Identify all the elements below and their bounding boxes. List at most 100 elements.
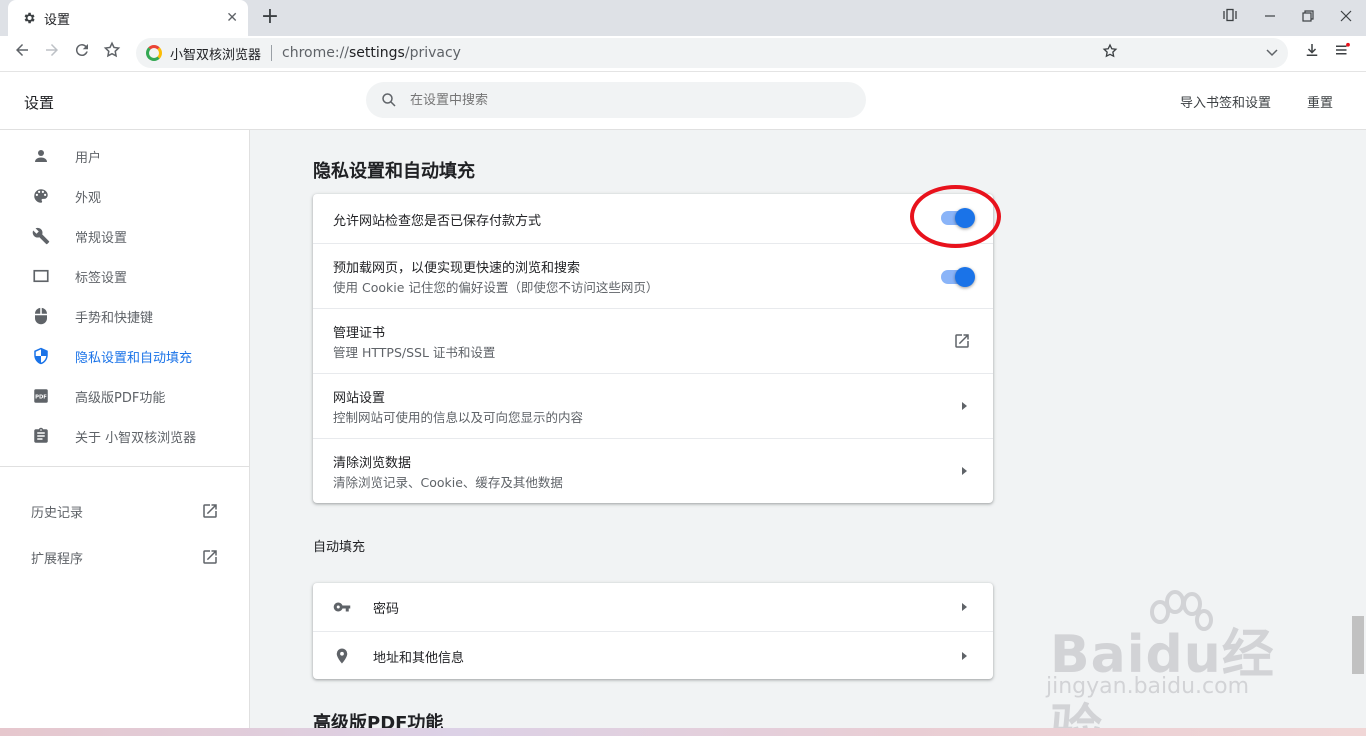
sidebar-link-label: 扩展程序: [31, 551, 84, 567]
scrollbar-thumb[interactable]: [1352, 616, 1364, 674]
arrow-right-icon: [46, 44, 58, 56]
chevron-down-icon: [1266, 49, 1278, 57]
preload-pages-toggle[interactable]: [941, 267, 975, 287]
open-external-icon: [203, 550, 217, 564]
sidebar-link-label: 历史记录: [31, 505, 84, 521]
settings-header: 设置 导入书签和设置 重置: [0, 72, 1366, 130]
tab-icon: [32, 267, 50, 285]
chevron-right-icon: [962, 603, 967, 611]
settings-search[interactable]: [366, 82, 866, 118]
wrench-icon: [32, 227, 50, 245]
arrow-left-icon: [16, 44, 28, 56]
watermark-url: jingyan.baidu.com: [1046, 674, 1250, 699]
bookmark-star-button[interactable]: [98, 40, 126, 68]
sidebar-item-pdf[interactable]: PDF 高级版PDF功能: [0, 376, 249, 416]
autofill-card: 密码 地址和其他信息: [313, 583, 993, 679]
browser-logo-icon: [146, 45, 162, 61]
sidebar-divider: [0, 466, 249, 467]
sidebar-item-about[interactable]: 关于 小智双核浏览器: [0, 416, 249, 456]
import-bookmarks-link[interactable]: 导入书签和设置: [1180, 92, 1271, 111]
sidebar-item-label: 隐私设置和自动填充: [75, 350, 193, 366]
palette-icon: [32, 187, 50, 205]
manage-certificates-row[interactable]: 管理证书 管理 HTTPS/SSL 证书和设置: [313, 308, 993, 373]
svg-text:PDF: PDF: [35, 395, 47, 401]
sidebar-item-appearance[interactable]: 外观: [0, 176, 249, 216]
browser-brand-name: 小智双核浏览器: [170, 47, 262, 63]
reload-icon: [75, 44, 88, 57]
sidebar-item-general[interactable]: 常规设置: [0, 216, 249, 256]
row-label: 地址和其他信息: [373, 651, 465, 666]
star-icon: [103, 41, 121, 58]
annotation-circle: [910, 185, 1001, 248]
sidebar-item-user[interactable]: 用户: [0, 136, 249, 176]
restore-button[interactable]: [1296, 6, 1320, 30]
search-input[interactable]: [410, 92, 830, 108]
forward-button[interactable]: [38, 40, 66, 68]
sidebar-item-label: 高级版PDF功能: [75, 390, 166, 406]
chevron-right-icon: [962, 402, 967, 410]
row-label: 允许网站检查您是否已保存付款方式: [333, 214, 542, 229]
location-pin-icon: [336, 648, 348, 664]
reload-button[interactable]: [68, 40, 96, 68]
sidebar-link-extensions[interactable]: 扩展程序: [0, 537, 249, 577]
sidebar-item-gestures[interactable]: 手势和快捷键: [0, 296, 249, 336]
sidebar-item-label: 手势和快捷键: [75, 310, 154, 326]
row-sublabel: 清除浏览记录、Cookie、缓存及其他数据: [333, 475, 563, 490]
sidebar-item-label: 外观: [75, 190, 102, 206]
baidu-watermark: Baidu经验 jingyan.baidu.com: [1046, 590, 1306, 736]
row-sublabel: 使用 Cookie 记住您的偏好设置（即使您不访问这些网页）: [333, 280, 659, 295]
chevron-right-icon: [962, 652, 967, 660]
close-window-button[interactable]: [1334, 6, 1358, 30]
mouse-icon: [32, 307, 50, 325]
gear-icon: [24, 12, 35, 24]
sidebar-item-tabs[interactable]: 标签设置: [0, 256, 249, 296]
omnibox-dropdown-button[interactable]: [1258, 40, 1286, 68]
sidebar-link-history[interactable]: 历史记录: [0, 491, 249, 531]
split-view-icon[interactable]: [1218, 6, 1242, 30]
minimize-button[interactable]: [1258, 6, 1282, 30]
key-icon: [333, 602, 351, 612]
omnibox-star-button[interactable]: [1096, 40, 1124, 68]
search-icon: [382, 93, 396, 107]
url-text: chrome://settings/privacy: [282, 45, 461, 61]
back-button[interactable]: [8, 40, 36, 68]
row-label: 清除浏览数据: [333, 456, 412, 471]
site-settings-row[interactable]: 网站设置 控制网站可使用的信息以及可向您显示的内容: [313, 373, 993, 438]
addresses-row[interactable]: 地址和其他信息: [313, 631, 993, 679]
tab-title: 设置: [44, 12, 71, 28]
new-tab-button[interactable]: +: [258, 6, 282, 30]
star-icon: [1102, 43, 1118, 58]
row-sublabel: 控制网站可使用的信息以及可向您显示的内容: [333, 410, 584, 425]
row-label: 密码: [373, 602, 400, 617]
row-label: 网站设置: [333, 391, 386, 406]
main-menu-button[interactable]: [1328, 40, 1356, 68]
row-sublabel: 管理 HTTPS/SSL 证书和设置: [333, 345, 496, 360]
passwords-row[interactable]: 密码: [313, 583, 993, 631]
browser-toolbar: 小智双核浏览器 chrome://settings/privacy: [0, 36, 1366, 72]
tab-strip: 设置 ✕ +: [0, 0, 1366, 36]
open-external-icon: [203, 504, 217, 518]
url-path: /privacy: [404, 45, 461, 61]
sidebar-item-privacy[interactable]: 隐私设置和自动填充: [0, 336, 249, 376]
privacy-section-title: 隐私设置和自动填充: [313, 161, 475, 182]
autofill-heading: 自动填充: [313, 540, 366, 555]
reset-link[interactable]: 重置: [1307, 92, 1333, 111]
sidebar-item-label: 关于 小智双核浏览器: [75, 430, 197, 446]
toggle-knob: [955, 267, 975, 287]
clear-browsing-data-row[interactable]: 清除浏览数据 清除浏览记录、Cookie、缓存及其他数据: [313, 438, 993, 503]
downloads-button[interactable]: [1298, 40, 1326, 68]
page-title: 设置: [24, 94, 55, 112]
url-host: settings: [349, 45, 405, 61]
payment-methods-row[interactable]: 允许网站检查您是否已保存付款方式: [313, 194, 993, 243]
person-icon: [32, 147, 50, 165]
row-label: 管理证书: [333, 326, 386, 341]
sidebar-item-label: 标签设置: [75, 270, 128, 286]
preload-pages-row[interactable]: 预加载网页，以便实现更快速的浏览和搜索 使用 Cookie 记住您的偏好设置（即…: [313, 243, 993, 308]
download-icon: [1306, 44, 1318, 56]
chevron-right-icon: [962, 467, 967, 475]
tab-settings[interactable]: 设置 ✕: [8, 0, 248, 36]
open-external-icon: [955, 334, 969, 348]
tab-close-icon[interactable]: ✕: [226, 10, 238, 26]
taskbar-strip: [0, 728, 1366, 736]
settings-sidebar: 用户 外观 常规设置 标签设置 手势和快捷键 隐私设置和自动填充 PDF 高级版…: [0, 130, 250, 736]
